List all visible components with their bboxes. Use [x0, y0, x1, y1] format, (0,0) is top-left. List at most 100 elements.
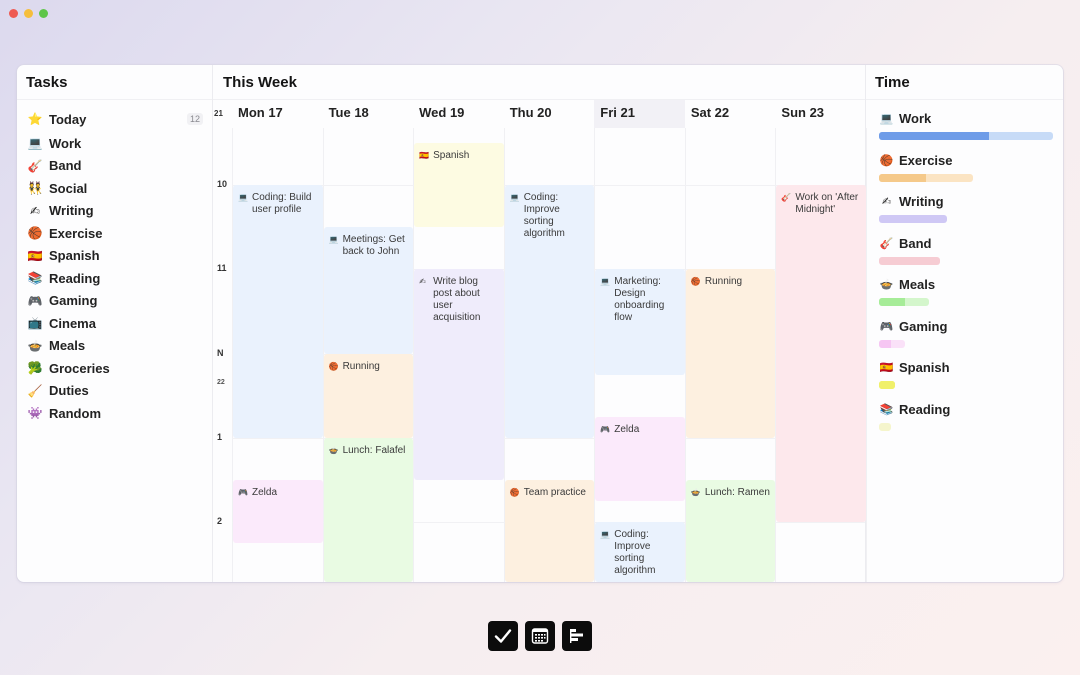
- time-view-button[interactable]: [562, 621, 592, 651]
- time-progress-bar: [879, 381, 895, 389]
- task-list-item-writing[interactable]: ✍ Writing: [17, 200, 212, 223]
- task-list: ⭐ Today 12 💻 Work 🎸 Band 👯 Social ✍ Writing 🏀 Exerci…: [17, 100, 212, 425]
- calendar-event[interactable]: 🇪🇸 Spanish: [414, 143, 504, 228]
- time-progress-bar: [879, 132, 1053, 140]
- task-list-item-gaming[interactable]: 🎮 Gaming: [17, 290, 212, 313]
- time-progress-fill: [879, 339, 892, 348]
- calendar-event[interactable]: ✍ Write blog post about user acquisition: [414, 269, 504, 480]
- minimize-window-button[interactable]: [24, 9, 33, 18]
- time-progress-fill: [879, 173, 926, 182]
- day-header-sat[interactable]: Sat 22: [685, 100, 776, 128]
- time-item-spanish[interactable]: 🇪🇸 Spanish: [879, 359, 1063, 401]
- task-list-item-random[interactable]: 👾 Random: [17, 402, 212, 425]
- calendar-event[interactable]: 💻 Meetings: Get back to John: [323, 227, 414, 354]
- day-header-row: 21 Mon 17 Tue 18 Wed 19 Thu 20 Fri 21 Sat 22 S…: [213, 100, 865, 128]
- books-icon: 📚: [879, 403, 894, 416]
- task-list-item-label: Exercise: [49, 225, 103, 241]
- calendar-event[interactable]: 🍲 Lunch: Ramen: [685, 479, 776, 582]
- laptop-icon: 💻: [509, 193, 520, 203]
- day-header-thu[interactable]: Thu 20: [504, 100, 595, 128]
- close-window-button[interactable]: [9, 9, 18, 18]
- event-title: Meetings: Get back to John: [342, 234, 405, 258]
- day-header-fri[interactable]: Fri 21: [594, 100, 685, 128]
- task-list-item-today[interactable]: ⭐ Today 12: [17, 106, 212, 132]
- task-list-item-meals[interactable]: 🍲 Meals: [17, 335, 212, 358]
- time-item-label: Writing: [899, 194, 944, 209]
- basketball-icon: 🏀: [879, 154, 894, 167]
- calendar-event[interactable]: 🎮 Zelda: [233, 479, 323, 544]
- task-list-item-label: Work: [49, 135, 82, 151]
- basketball-icon: 🏀: [27, 226, 43, 241]
- tasks-column: Tasks ⭐ Today 12 💻 Work 🎸 Band 👯 Social ✍ Writing 🏀…: [17, 65, 213, 582]
- broccoli-icon: 🥦: [27, 361, 43, 376]
- calendar-event[interactable]: 🎸 Work on 'After Midnight': [776, 185, 866, 523]
- calendar-event[interactable]: 💻 Coding: Improve sorting algorithm: [504, 185, 595, 438]
- task-list-item-spanish[interactable]: 🇪🇸 Spanish: [17, 245, 212, 268]
- time-item-label: Reading: [899, 401, 951, 417]
- time-item-gaming[interactable]: 🎮 Gaming: [879, 318, 1063, 360]
- spain-flag-icon: 🇪🇸: [27, 248, 43, 263]
- task-list-item-work[interactable]: 💻 Work: [17, 132, 212, 155]
- laptop-icon: 💻: [600, 530, 611, 540]
- time-progress-bar: [879, 256, 940, 265]
- time-item-writing[interactable]: ✍ Writing: [879, 193, 1063, 235]
- calendar-icon: [531, 628, 549, 644]
- day-header-sun[interactable]: Sun 23: [775, 100, 866, 128]
- time-item-label: Exercise: [899, 152, 953, 168]
- time-progress-bar: [879, 215, 947, 223]
- calendar-event[interactable]: 💻 Coding: Improve sorting algorithm: [595, 522, 685, 582]
- people-icon: 👯: [27, 181, 43, 196]
- calendar-event[interactable]: 🏀 Running: [685, 269, 776, 438]
- time-item-header: 🏀 Exercise: [879, 152, 1063, 169]
- week-grid[interactable]: 10 11 N 1 2 22 💻 Coding: Build user profile 🎮 Zel…: [213, 128, 867, 582]
- task-list-item-social[interactable]: 👯 Social: [17, 177, 212, 200]
- task-list-item-exercise[interactable]: 🏀 Exercise: [17, 222, 212, 245]
- task-list-item-duties[interactable]: 🧹 Duties: [17, 380, 212, 403]
- calendar-event[interactable]: 💻 Coding: Build user profile: [233, 185, 323, 438]
- event-title: Work on 'After Midnight': [795, 192, 859, 216]
- day-header-tue[interactable]: Tue 18: [323, 100, 414, 128]
- task-list-item-groceries[interactable]: 🥦 Groceries: [17, 357, 212, 380]
- task-list-item-label: Gaming: [49, 293, 98, 309]
- calendar-event[interactable]: 🍲 Lunch: Falafel: [323, 437, 414, 582]
- task-list-item-band[interactable]: 🎸 Band: [17, 155, 212, 178]
- time-progress-fill: [879, 132, 989, 140]
- time-item-work[interactable]: 💻 Work: [879, 110, 1063, 152]
- task-list-item-label: Groceries: [49, 360, 110, 376]
- calendar-event[interactable]: 🏀 Team practice: [504, 479, 595, 582]
- time-item-reading[interactable]: 📚 Reading: [879, 401, 1063, 443]
- time-item-meals[interactable]: 🍲 Meals: [879, 276, 1063, 318]
- time-list: 💻 Work 🏀 Exercise ✍ Writing 🎸 Band 🍲 Meals 🎮 Gaming…: [866, 100, 1063, 442]
- bar-chart-icon: [570, 629, 583, 643]
- basketball-icon: 🏀: [328, 361, 339, 371]
- alien-icon: 👾: [27, 406, 43, 421]
- calendar-view-button[interactable]: [525, 621, 555, 651]
- writing-hand-icon: ✍: [419, 277, 426, 287]
- maximize-window-button[interactable]: [39, 9, 48, 18]
- calendar-event[interactable]: 🎮 Zelda: [595, 416, 685, 501]
- week-number-marker: 22: [217, 379, 225, 387]
- time-item-band[interactable]: 🎸 Band: [879, 235, 1063, 277]
- task-list-item-label: Writing: [49, 203, 94, 219]
- spain-flag-icon: 🇪🇸: [879, 362, 894, 374]
- time-progress-bar: [879, 422, 892, 431]
- books-icon: 📚: [27, 271, 43, 286]
- checkmark-icon: [494, 629, 512, 643]
- time-progress-bar: [879, 173, 973, 182]
- time-progress-bar: [879, 339, 906, 348]
- bowl-icon: 🍲: [879, 279, 894, 291]
- day-header-wed[interactable]: Wed 19: [413, 100, 504, 128]
- time-item-label: Gaming: [899, 318, 948, 334]
- event-title: Team practice: [523, 486, 586, 498]
- task-list-item-reading[interactable]: 📚 Reading: [17, 267, 212, 290]
- time-title: Time: [866, 65, 1063, 100]
- time-item-label: Meals: [899, 277, 936, 292]
- task-list-item-cinema[interactable]: 📺 Cinema: [17, 312, 212, 335]
- time-item-header: 📚 Reading: [879, 401, 1063, 418]
- calendar-event[interactable]: 💻 Marketing: Design onboarding flow: [595, 269, 685, 375]
- laptop-icon: 💻: [879, 113, 894, 125]
- calendar-event[interactable]: 🏀 Running: [323, 353, 414, 438]
- day-header-mon[interactable]: Mon 17: [232, 100, 323, 128]
- time-item-exercise[interactable]: 🏀 Exercise: [879, 152, 1063, 194]
- tasks-view-button[interactable]: [488, 621, 518, 651]
